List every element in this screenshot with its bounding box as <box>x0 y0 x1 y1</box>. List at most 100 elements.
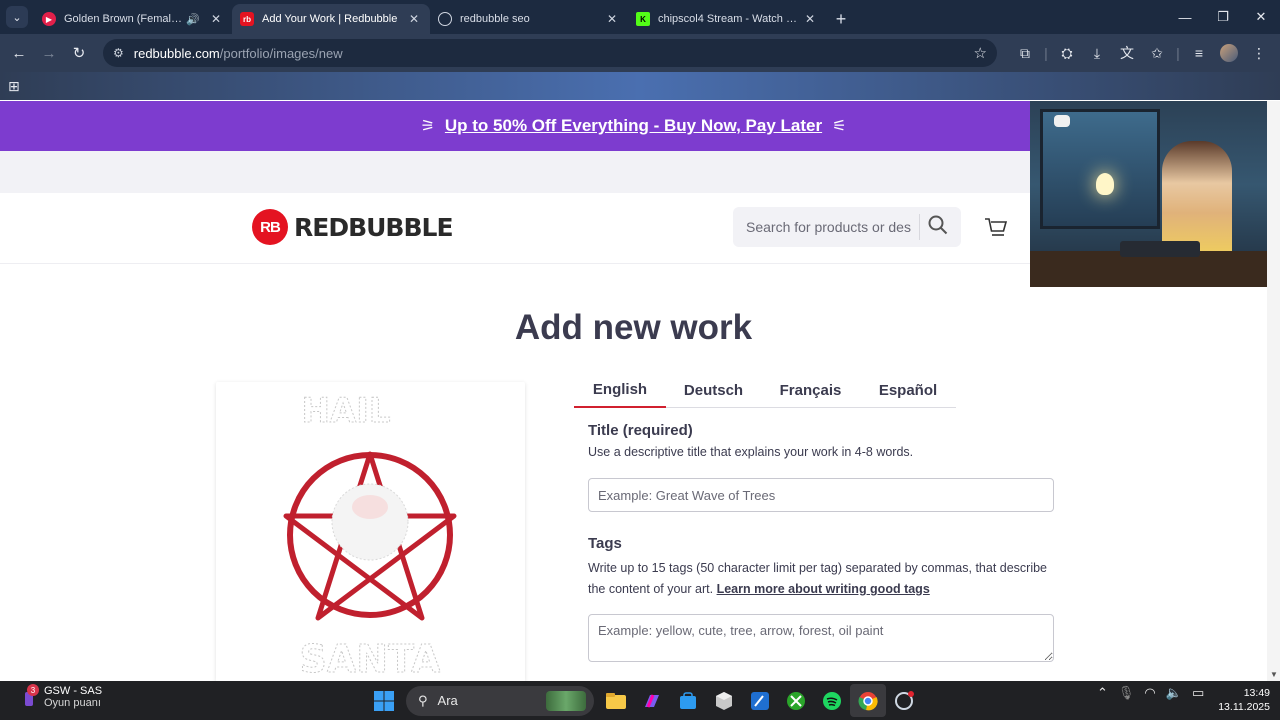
redbubble-logo[interactable]: RB REDBUBBLE <box>252 209 454 245</box>
reload-icon[interactable]: ↻ <box>64 38 94 68</box>
profile-avatar-icon[interactable] <box>1220 44 1238 62</box>
copilot-icon[interactable] <box>634 684 670 717</box>
apps-grid-icon[interactable]: ⊞ <box>8 78 20 95</box>
file-explorer-icon[interactable] <box>598 684 634 717</box>
xbox-icon[interactable] <box>778 684 814 717</box>
tray-overflow-chevron-icon[interactable]: ⌃ <box>1097 685 1108 701</box>
battery-icon[interactable]: ▭ <box>1192 685 1204 701</box>
redbubble-favicon-icon: rb <box>240 12 254 26</box>
notification-badge: 3 <box>27 684 39 696</box>
restore-icon[interactable]: ❐ <box>1204 0 1242 34</box>
stream-video-overlay[interactable] <box>1030 101 1280 287</box>
tab-francais[interactable]: Français <box>761 372 860 408</box>
browser-tab[interactable]: ▶ Golden Brown (Female Vers 🔊 ✕ <box>34 4 232 34</box>
tags-hint: Write up to 15 tags (50 character limit … <box>588 558 1058 600</box>
tab-search-button[interactable]: ⌄ <box>0 0 34 34</box>
chatgpt-favicon-icon <box>438 12 452 26</box>
browser-tab-strip: ⌄ ▶ Golden Brown (Female Vers 🔊 ✕ rb Add… <box>0 0 1280 34</box>
title-hint: Use a descriptive title that explains yo… <box>588 445 914 459</box>
store-icon[interactable] <box>670 684 706 717</box>
clock-date: 13.11.2025 <box>1218 701 1270 713</box>
incognito-icon[interactable]: ⛭ <box>1052 38 1082 68</box>
bookmarks-bar: ⊞ <box>0 72 1280 100</box>
scroll-down-arrow-icon[interactable]: ▼ <box>1270 670 1278 679</box>
download-icon[interactable]: ⤓ <box>1082 38 1112 68</box>
windows-start-icon[interactable] <box>366 684 402 717</box>
chrome-icon[interactable] <box>850 684 886 717</box>
close-window-icon[interactable]: ✕ <box>1242 0 1280 34</box>
game-widget-icon: 3 <box>22 684 39 708</box>
logo-mark-icon: RB <box>252 209 288 245</box>
site-info-icon[interactable]: ⚙ <box>113 46 124 60</box>
microphone-icon[interactable]: 🎙 <box>1118 685 1135 701</box>
promo-decoration-icon: ⚟ <box>832 118 847 135</box>
system-tray: ⌃ 🎙 ◠ 🔈 ▭ <box>1092 685 1209 701</box>
chevron-down-icon: ⌄ <box>6 6 28 28</box>
close-tab-icon[interactable]: ✕ <box>208 12 224 26</box>
spotify-icon[interactable] <box>814 684 850 717</box>
scene-lamp <box>1096 173 1114 195</box>
search-highlight-image <box>546 690 586 711</box>
tags-help-link[interactable]: Learn more about writing good tags <box>717 582 930 596</box>
game-widget-subtitle: Oyun puanı <box>44 697 101 709</box>
toolbar-actions: ⧉ | ⛭ ⤓ 文 ✩ | ≡ ⋮ <box>1010 38 1274 68</box>
minimize-icon[interactable]: — <box>1166 0 1204 34</box>
scene-window <box>1040 109 1160 229</box>
steam-icon[interactable] <box>886 684 922 717</box>
forward-arrow-icon[interactable]: → <box>34 38 64 68</box>
page-scrollbar[interactable]: ▼ <box>1267 101 1280 681</box>
volume-icon[interactable]: 🔈 <box>1166 685 1182 701</box>
tab-title: chipscol4 Stream - Watch Live o <box>658 13 802 25</box>
close-tab-icon[interactable]: ✕ <box>406 12 422 26</box>
new-tab-button[interactable]: + <box>826 4 856 34</box>
browser-toolbar: ← → ↻ ⚙ redbubble.com/portfolio/images/n… <box>0 34 1280 72</box>
favorites-icon[interactable]: ✩ <box>1142 38 1172 68</box>
close-tab-icon[interactable]: ✕ <box>604 12 620 26</box>
close-tab-icon[interactable]: ✕ <box>802 12 818 26</box>
address-bar[interactable]: ⚙ redbubble.com/portfolio/images/new ☆ <box>103 39 997 67</box>
title-input[interactable] <box>588 478 1054 512</box>
clock-time: 13:49 <box>1243 687 1270 699</box>
search-divider <box>919 214 920 240</box>
translate-icon[interactable]: 文 <box>1112 38 1142 68</box>
divider: | <box>1044 45 1048 61</box>
tab-title: redbubble seo <box>460 13 530 25</box>
language-tabs: English Deutsch Français Español <box>574 372 956 408</box>
browser-tab[interactable]: K chipscol4 Stream - Watch Live o ✕ <box>628 4 826 34</box>
tab-title: Golden Brown (Female Vers <box>64 13 187 25</box>
tab-deutsch[interactable]: Deutsch <box>666 372 761 408</box>
title-label: Title (required) <box>588 422 693 439</box>
tags-input[interactable] <box>588 614 1054 662</box>
search-icon[interactable] <box>928 215 948 240</box>
system-clock[interactable]: 13:49 13.11.2025 <box>1210 686 1270 714</box>
artwork-preview: HAIL SANTA <box>216 382 525 682</box>
browser-tab[interactable]: redbubble seo ✕ <box>430 4 628 34</box>
search-input[interactable] <box>746 219 911 235</box>
bookmark-star-icon[interactable]: ☆ <box>974 44 987 62</box>
wifi-icon[interactable]: ◠ <box>1144 685 1155 701</box>
kick-favicon-icon: K <box>636 12 650 26</box>
speaker-icon[interactable]: 🔊 <box>186 13 200 26</box>
page-title: Add new work <box>514 308 753 347</box>
stream-badge-icon <box>1054 115 1070 127</box>
tab-english[interactable]: English <box>574 372 666 408</box>
browser-tab-active[interactable]: rb Add Your Work | Redbubble ✕ <box>232 4 430 34</box>
artwork-top-text: HAIL <box>301 391 390 431</box>
search-icon: ⚲ <box>418 692 428 708</box>
promo-link[interactable]: Up to 50% Off Everything - Buy Now, Pay … <box>445 116 822 136</box>
cube-app-icon[interactable] <box>706 684 742 717</box>
media-control-icon[interactable]: ≡ <box>1184 38 1214 68</box>
windows-taskbar: 3 GSW - SAS Oyun puanı ⚲ Ara ⌃ 🎙 ◠ 🔈 ▭ 1… <box>0 681 1280 720</box>
game-widget[interactable]: 3 GSW - SAS Oyun puanı <box>22 684 103 709</box>
extensions-icon[interactable]: ⧉ <box>1010 38 1040 68</box>
youtube-music-favicon-icon: ▶ <box>42 12 56 26</box>
tab-espanol[interactable]: Español <box>860 372 956 408</box>
taskbar-search[interactable]: ⚲ Ara <box>406 685 594 716</box>
divider: | <box>1176 45 1180 61</box>
menu-kebab-icon[interactable]: ⋮ <box>1244 38 1274 68</box>
game-widget-title: GSW - SAS <box>44 685 103 697</box>
back-arrow-icon[interactable]: ← <box>4 38 34 68</box>
notes-app-icon[interactable] <box>742 684 778 717</box>
cart-icon[interactable] <box>984 217 1008 239</box>
work-details-form: Title (required) Use a descriptive title… <box>588 422 1058 667</box>
